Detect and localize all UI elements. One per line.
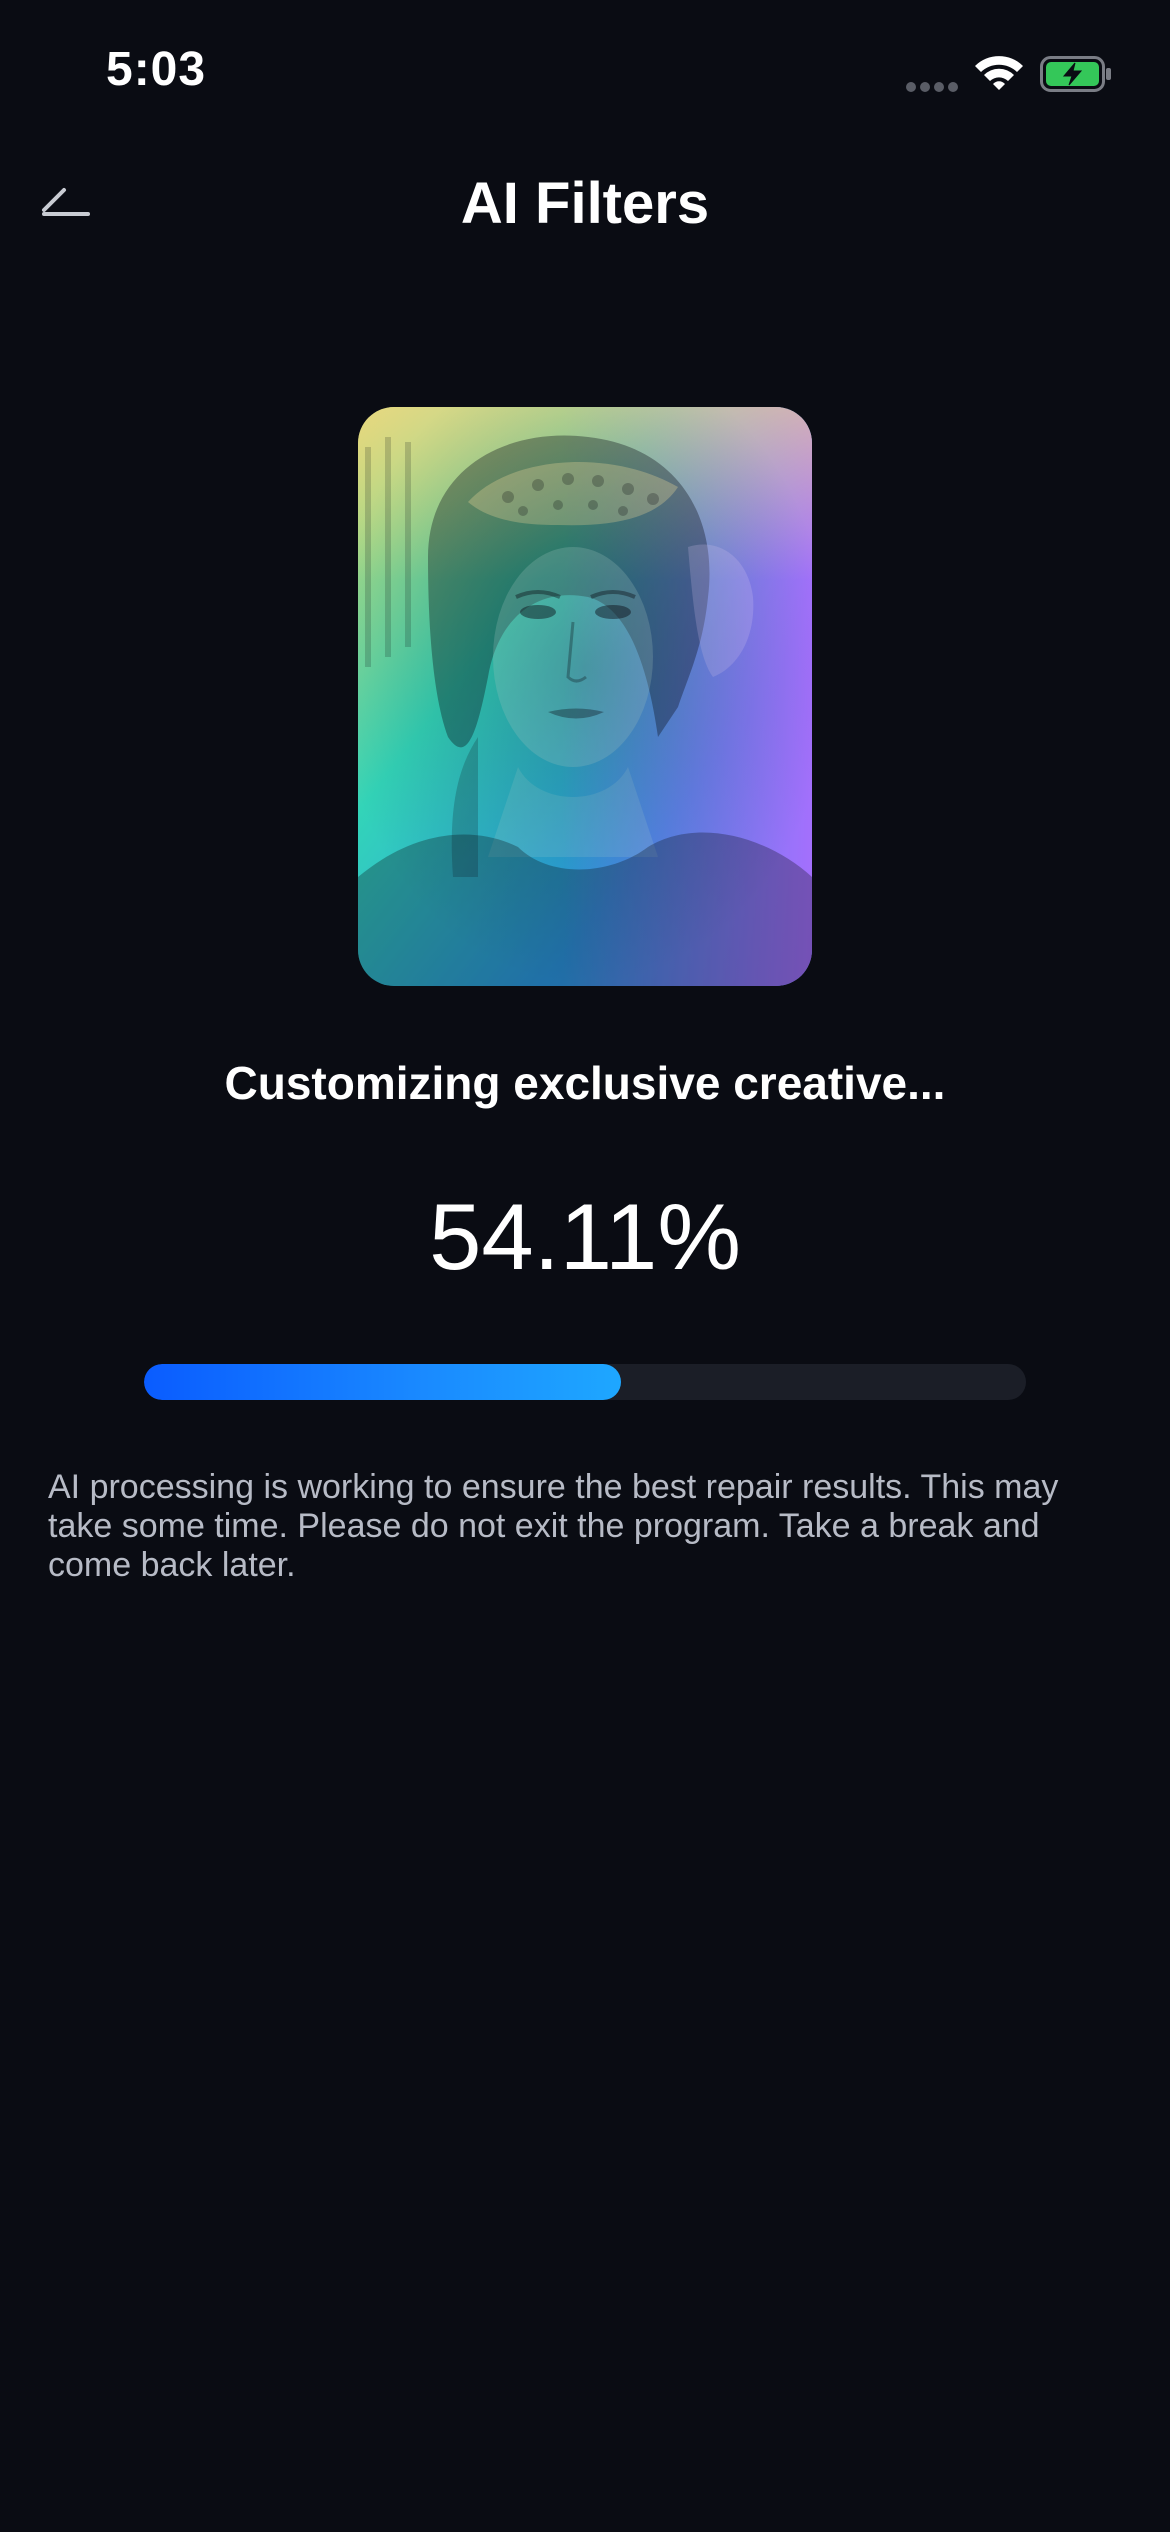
progress-bar xyxy=(144,1364,1026,1400)
status-bar: 5:03 xyxy=(0,0,1170,150)
cellular-signal-icon xyxy=(906,82,960,92)
battery-charging-icon xyxy=(1040,56,1112,92)
progress-fill xyxy=(144,1364,622,1400)
processing-description: AI processing is working to ensure the b… xyxy=(48,1468,1059,1584)
screen: 5:03 AI Filters Customizing exclusive cr… xyxy=(0,0,1170,2532)
progress-percent: 54.11% xyxy=(429,1184,741,1289)
page-title: AI Filters xyxy=(460,171,710,236)
status-time: 5:03 xyxy=(106,43,207,96)
wifi-icon xyxy=(972,52,1026,94)
portrait-photo xyxy=(358,407,812,986)
preview-image xyxy=(358,407,812,986)
processing-title: Customizing exclusive creative... xyxy=(224,1057,946,1109)
